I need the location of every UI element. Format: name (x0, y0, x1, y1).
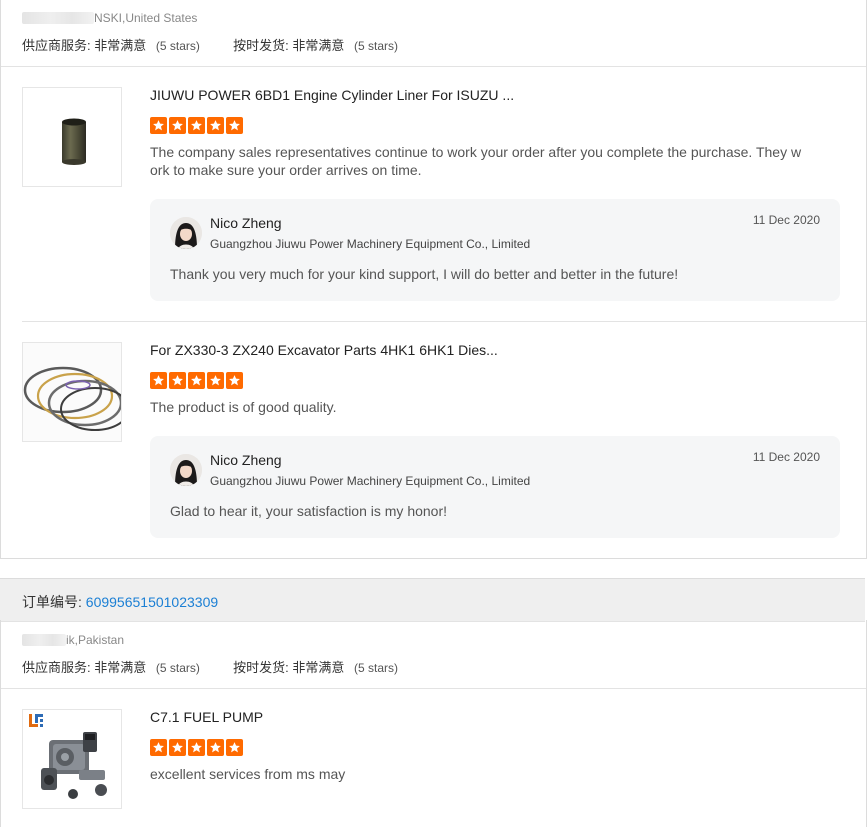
redacted-buyer-name (22, 634, 66, 646)
buyer-info: ik,Pakistan (22, 633, 124, 647)
divider (22, 321, 866, 322)
star-icon (188, 739, 205, 756)
review-text: excellent services from ms may (150, 766, 346, 782)
star-icon (226, 739, 243, 756)
reply-text: Glad to hear it, your satisfaction is my… (170, 503, 448, 519)
star-icon (226, 117, 243, 134)
star-icon (226, 372, 243, 389)
avatar (170, 454, 202, 486)
product-thumbnail[interactable] (22, 709, 122, 809)
star-icon (188, 117, 205, 134)
star-icon (169, 372, 186, 389)
reply-company-name: Guangzhou Jiuwu Power Machinery Equipmen… (210, 237, 531, 251)
brand-logo (29, 714, 43, 727)
divider (1, 66, 866, 67)
star-icon (150, 372, 167, 389)
star-icon (150, 739, 167, 756)
product-thumbnail[interactable] (22, 87, 122, 187)
reply-text: Thank you very much for your kind suppor… (170, 266, 679, 282)
supplier-reply: Nico Zheng Guangzhou Jiuwu Power Machine… (150, 199, 840, 301)
star-rating (150, 372, 243, 389)
reply-company-name: Guangzhou Jiuwu Power Machinery Equipmen… (210, 474, 531, 488)
star-icon (169, 739, 186, 756)
supplier-ratings: 供应商服务: 非常满意 (5 stars) 按时发货: 非常满意 (5 star… (22, 38, 399, 53)
product-title[interactable]: JIUWU POWER 6BD1 Engine Cylinder Liner F… (150, 87, 514, 103)
star-icon (207, 372, 224, 389)
star-icon (188, 372, 205, 389)
review-text: The company sales representatives contin… (150, 144, 802, 178)
reply-date: 11 Dec 2020 (752, 213, 820, 227)
reply-author-name: Nico Zheng (210, 215, 282, 231)
order-number-link[interactable]: 60995651501023309 (86, 594, 218, 610)
star-rating (150, 739, 243, 756)
star-icon (207, 117, 224, 134)
product-thumbnail[interactable] (22, 342, 122, 442)
order-header: 订单编号: 60995651501023309 (0, 578, 865, 622)
product-title[interactable]: C7.1 FUEL PUMP (150, 709, 263, 725)
divider (1, 688, 866, 689)
redacted-buyer-name (22, 12, 94, 24)
reply-author-name: Nico Zheng (210, 452, 282, 468)
star-icon (150, 117, 167, 134)
order-number-label: 订单编号: 60995651501023309 (22, 594, 219, 610)
supplier-ratings: 供应商服务: 非常满意 (5 stars) 按时发货: 非常满意 (5 star… (22, 660, 399, 675)
star-rating (150, 117, 243, 134)
product-title[interactable]: For ZX330-3 ZX240 Excavator Parts 4HK1 6… (150, 342, 498, 358)
star-icon (207, 739, 224, 756)
reviews-panel (0, 620, 867, 827)
reply-date: 11 Dec 2020 (752, 450, 820, 464)
review-text: The product is of good quality. (150, 399, 337, 415)
supplier-reply: Nico Zheng Guangzhou Jiuwu Power Machine… (150, 436, 840, 538)
buyer-info: NSKI,United States (22, 11, 197, 25)
star-icon (169, 117, 186, 134)
avatar (170, 217, 202, 249)
